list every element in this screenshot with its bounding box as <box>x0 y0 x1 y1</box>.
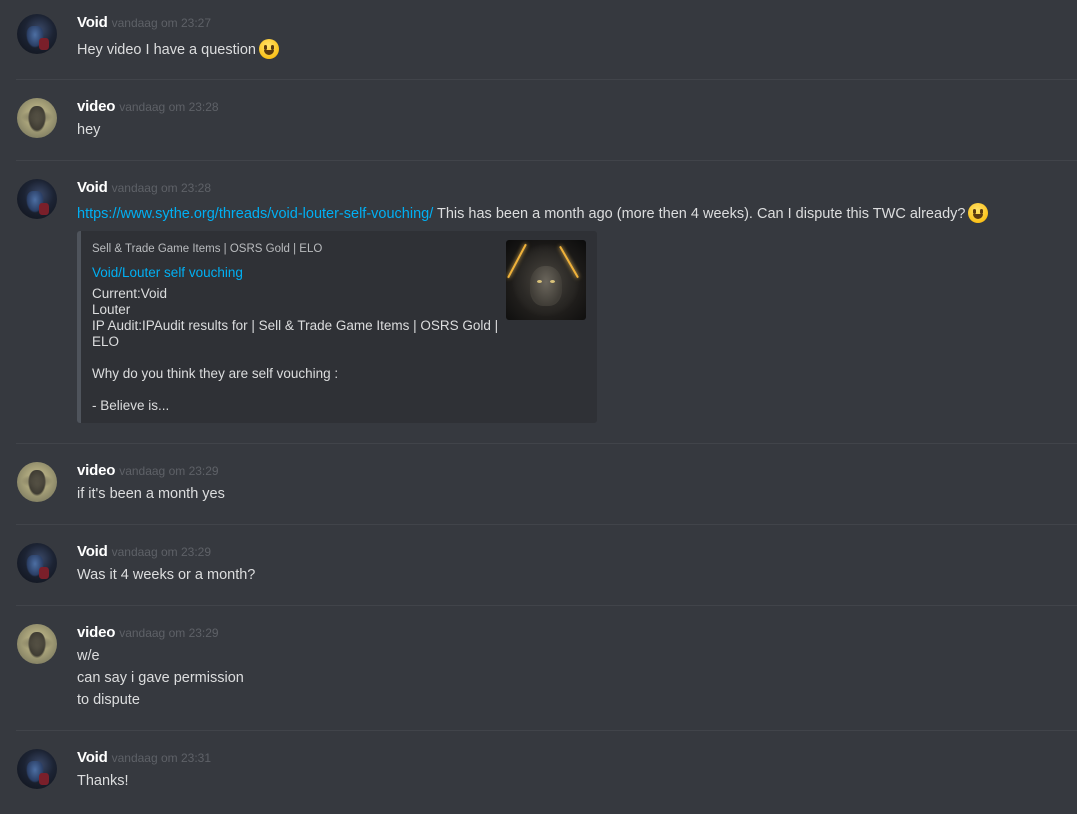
message-text: hey <box>77 122 101 138</box>
username[interactable]: Void <box>77 543 108 560</box>
timestamp: vandaag om 23:29 <box>119 464 219 478</box>
avatar[interactable] <box>17 98 57 138</box>
grinning-face-emoji-icon[interactable] <box>258 39 279 59</box>
message-header: Void vandaag om 23:31 <box>77 749 211 767</box>
embed-description-line: - Believe is... <box>92 398 170 413</box>
message-text: Hey video I have a question <box>77 42 256 58</box>
smiley-face-emoji-icon[interactable] <box>968 203 989 223</box>
timestamp: vandaag om 23:31 <box>111 751 212 765</box>
message-text: w/e <box>77 648 100 664</box>
message-divider <box>16 524 1077 525</box>
avatar[interactable] <box>17 462 57 502</box>
username[interactable]: Void <box>77 749 108 766</box>
embed-description-line: Current:Void <box>92 286 168 301</box>
timestamp: vandaag om 23:28 <box>119 100 219 114</box>
message-text: This has been a month ago (more then 4 w… <box>433 206 966 222</box>
message-divider <box>16 79 1077 80</box>
message-text: Thanks! <box>77 773 129 789</box>
message-text: can say i gave permission <box>77 670 244 686</box>
message-text: to dispute <box>77 692 140 708</box>
message-content: https://www.sythe.org/threads/void-loute… <box>77 203 989 223</box>
avatar[interactable] <box>17 179 57 219</box>
message-text: Was it 4 weeks or a month? <box>77 567 256 583</box>
message-divider <box>16 730 1077 731</box>
message-divider <box>16 160 1077 161</box>
username[interactable]: video <box>77 98 115 115</box>
embed-description-line: ELO <box>92 334 120 349</box>
embed-title-link[interactable]: Void/Louter self vouching <box>92 265 243 280</box>
message-content: Hey video I have a question <box>77 39 279 59</box>
avatar[interactable] <box>17 14 57 54</box>
message-header: Void vandaag om 23:29 <box>77 543 211 561</box>
username[interactable]: video <box>77 624 115 641</box>
message-divider <box>16 605 1077 606</box>
embed-thumbnail-lion-image[interactable] <box>506 240 586 320</box>
timestamp: vandaag om 23:29 <box>119 626 219 640</box>
message-header: Void vandaag om 23:28 <box>77 179 211 197</box>
embed-provider: Sell & Trade Game Items | OSRS Gold | EL… <box>92 243 323 255</box>
message-header: video vandaag om 23:28 <box>77 98 219 116</box>
message-link[interactable]: https://www.sythe.org/threads/void-loute… <box>77 206 433 222</box>
embed-description-line: Why do you think they are self vouching … <box>92 366 339 381</box>
message-header: video vandaag om 23:29 <box>77 624 219 642</box>
message-divider <box>16 443 1077 444</box>
message-header: Void vandaag om 23:27 <box>77 14 211 32</box>
message-text: if it's been a month yes <box>77 486 225 502</box>
avatar[interactable] <box>17 624 57 664</box>
embed-description-line: Louter <box>92 302 131 317</box>
avatar[interactable] <box>17 543 57 583</box>
timestamp: vandaag om 23:29 <box>111 545 212 559</box>
username[interactable]: video <box>77 462 115 479</box>
avatar[interactable] <box>17 749 57 789</box>
embed-description-line: IP Audit:IPAudit results for | Sell & Tr… <box>92 318 499 333</box>
link-embed: Sell & Trade Game Items | OSRS Gold | EL… <box>77 231 597 423</box>
timestamp: vandaag om 23:27 <box>111 16 212 30</box>
timestamp: vandaag om 23:28 <box>111 181 212 195</box>
message-header: video vandaag om 23:29 <box>77 462 219 480</box>
username[interactable]: Void <box>77 179 108 196</box>
username[interactable]: Void <box>77 14 108 31</box>
